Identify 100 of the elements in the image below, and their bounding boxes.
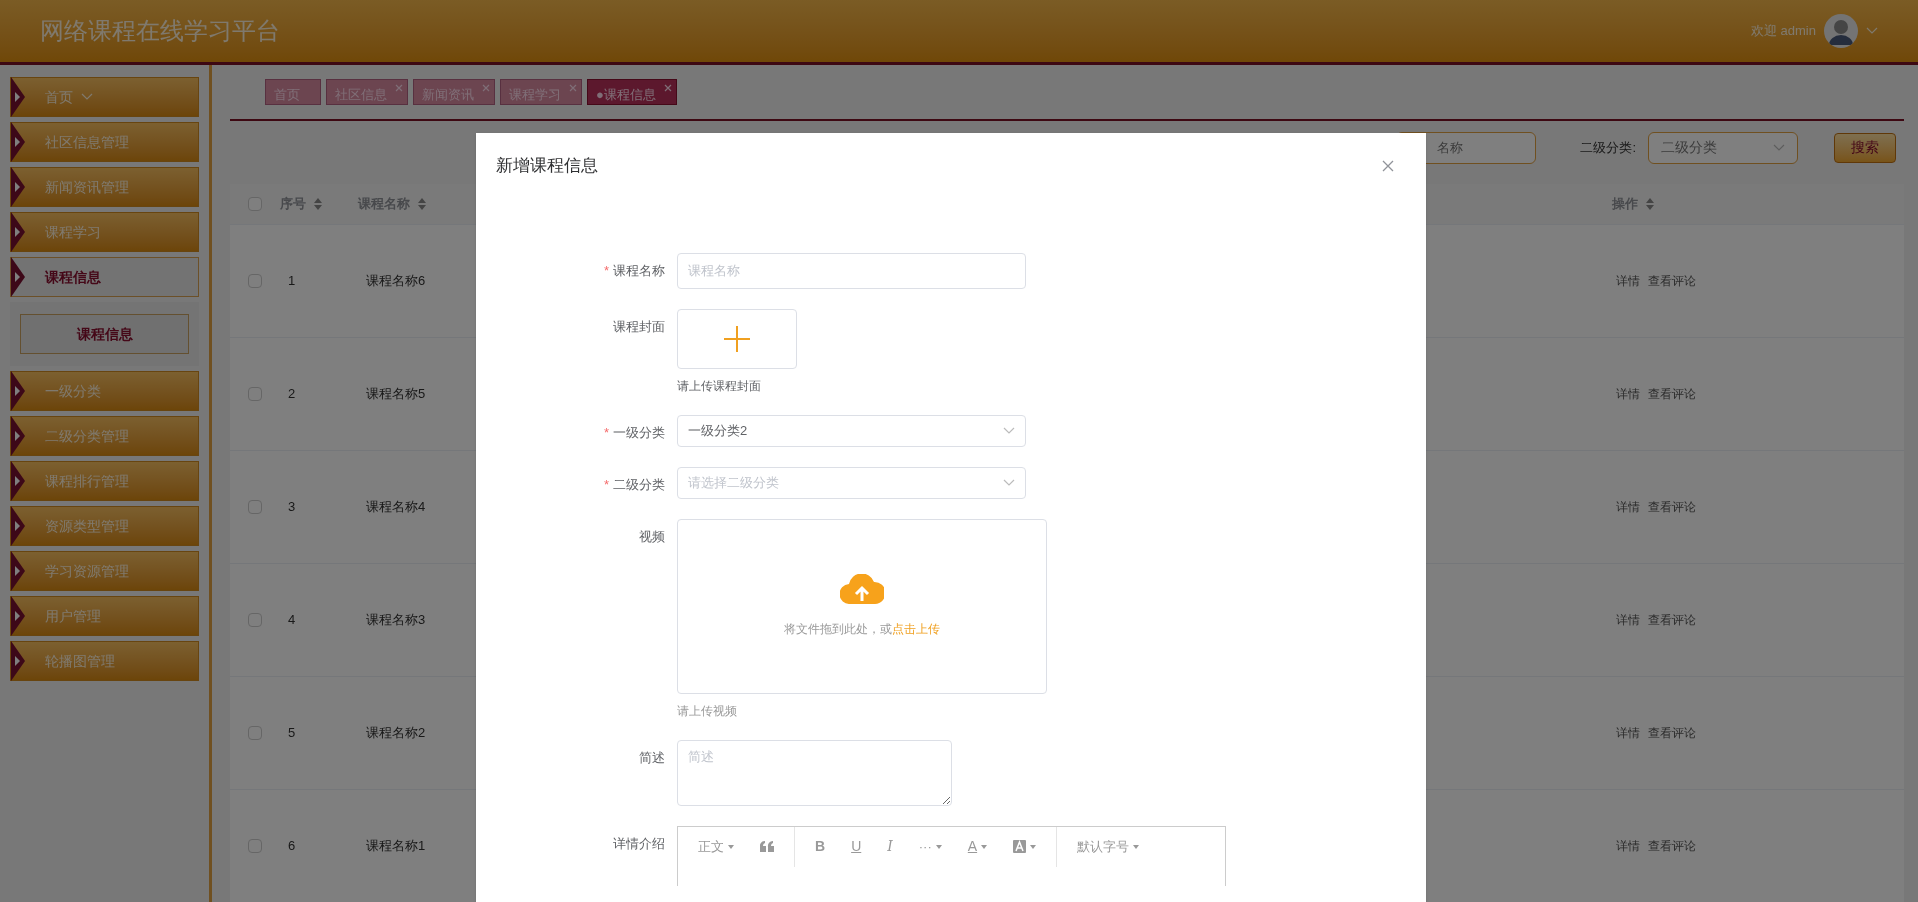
action-link[interactable]: 详情 <box>1616 837 1640 855</box>
required-mark: * <box>603 476 609 492</box>
sidebar-label: 学习资源管理 <box>45 561 129 581</box>
submenu-item[interactable]: 课程信息 <box>20 314 189 354</box>
sidebar-item[interactable]: 课程排行管理 <box>10 461 199 501</box>
table-cell-text: 课程名称4 <box>366 498 426 517</box>
highlight-icon <box>1013 840 1027 853</box>
field-label: 课程封面 <box>613 318 665 334</box>
file-drop-zone[interactable]: 将文件拖到此处，或点击上传 <box>677 518 1047 694</box>
sidebar-label: 二级分类管理 <box>45 426 129 446</box>
summary-textarea[interactable]: 简述 <box>677 739 952 806</box>
welcome-text: 欢迎 admin <box>1750 22 1816 41</box>
select-field[interactable]: 一级分类2 <box>677 414 1026 447</box>
chevron-down-icon <box>1003 478 1015 487</box>
select-all-checkbox[interactable] <box>248 197 262 211</box>
table-cell-text: 2 <box>287 385 297 404</box>
underline-button[interactable]: U <box>851 836 862 857</box>
triangle-icon <box>11 77 25 117</box>
action-link[interactable]: 详情 <box>1616 385 1640 403</box>
table-cell-text: 3 <box>287 498 297 517</box>
sidebar-item[interactable]: 首页 <box>10 77 199 117</box>
sidebar-item[interactable]: 一级分类 <box>10 371 199 411</box>
caret-icon <box>935 844 942 849</box>
sidebar-item[interactable]: 新闻资讯管理 <box>10 167 199 207</box>
triangle-icon <box>11 212 25 252</box>
select-field[interactable]: 请选择二级分类 <box>677 466 1026 499</box>
action-link[interactable]: 查看评论 <box>1648 724 1696 742</box>
action-link[interactable]: 查看评论 <box>1648 498 1696 516</box>
quote-icon[interactable] <box>760 840 774 853</box>
italic-button[interactable]: I <box>887 836 893 857</box>
triangle-icon <box>11 461 25 501</box>
sort-icon <box>1646 198 1654 210</box>
search-button[interactable]: 搜索 <box>1834 132 1896 163</box>
table-cell-text: 课程名称1 <box>366 837 426 856</box>
sidebar-item[interactable]: 社区信息管理 <box>10 122 199 162</box>
sidebar-item[interactable]: 轮播图管理 <box>10 641 199 681</box>
sidebar-item[interactable]: 二级分类管理 <box>10 416 199 456</box>
sidebar-label: 课程学习 <box>45 222 101 242</box>
sidebar-item[interactable]: 学习资源管理 <box>10 551 199 591</box>
row-checkbox[interactable] <box>248 726 262 740</box>
sidebar-label: 课程排行管理 <box>45 471 129 491</box>
bold-button[interactable]: B <box>815 836 826 857</box>
sidebar-label: 资源类型管理 <box>45 516 129 536</box>
action-link[interactable]: 详情 <box>1616 611 1640 629</box>
chevron-down-icon <box>1003 426 1015 435</box>
plus-icon <box>723 324 751 353</box>
action-link[interactable]: 查看评论 <box>1648 385 1696 403</box>
row-checkbox[interactable] <box>248 387 262 401</box>
toolbar-dropdown[interactable]: 默认字号 <box>1077 836 1140 857</box>
triangle-icon <box>11 506 25 546</box>
action-link[interactable]: 查看评论 <box>1648 272 1696 290</box>
caret-icon <box>1133 844 1140 849</box>
cloud-upload-icon <box>840 574 884 604</box>
action-link[interactable]: 查看评论 <box>1648 837 1696 855</box>
action-link[interactable]: 查看评论 <box>1648 611 1696 629</box>
sidebar-item[interactable]: 课程学习 <box>10 212 199 252</box>
table-cell-text: 课程名称2 <box>366 724 426 743</box>
filter-label: 二级分类: <box>1580 138 1636 157</box>
caret-icon <box>1030 844 1037 849</box>
course-name-input[interactable]: 课程名称 <box>677 252 1026 289</box>
rich-text-editor[interactable]: 正文 B U I ··· A 默认字号 <box>677 825 1226 886</box>
page-tab[interactable]: ●课程信息 <box>587 79 677 105</box>
row-checkbox[interactable] <box>248 613 262 627</box>
close-icon[interactable] <box>1382 159 1394 172</box>
action-link[interactable]: 详情 <box>1616 272 1640 290</box>
row-checkbox[interactable] <box>248 500 262 514</box>
action-link[interactable]: 详情 <box>1616 724 1640 742</box>
action-link[interactable]: 详情 <box>1616 498 1640 516</box>
required-mark: * <box>603 424 609 440</box>
avatar[interactable] <box>1824 14 1858 48</box>
upload-link[interactable]: 点击上传 <box>892 622 940 636</box>
row-checkbox[interactable] <box>248 839 262 853</box>
table-cell-text: 课程名称6 <box>366 272 426 291</box>
sidebar-label: 首页 <box>45 87 73 107</box>
chevron-down-icon <box>81 93 93 101</box>
table-cell-text: 5 <box>287 724 297 743</box>
sidebar-item[interactable]: 课程信息 <box>10 257 199 297</box>
sidebar-label: 社区信息管理 <box>45 132 129 152</box>
font-color-button[interactable]: A <box>967 836 988 857</box>
triangle-icon <box>11 641 25 681</box>
triangle-icon <box>11 596 25 636</box>
triangle-icon <box>11 551 25 591</box>
chevron-down-icon <box>1866 27 1878 35</box>
field-label: 二级分类 <box>613 476 665 492</box>
sidebar-label: 轮播图管理 <box>45 651 115 671</box>
drop-text: 将文件拖到此处，或点击上传 <box>784 621 940 638</box>
upload-hint: 请上传课程封面 <box>677 377 762 395</box>
toolbar-dropdown[interactable]: 正文 <box>698 836 734 857</box>
field-label: 一级分类 <box>613 424 665 440</box>
image-upload-box[interactable] <box>677 308 797 369</box>
sidebar-item[interactable]: 用户管理 <box>10 596 199 636</box>
upload-hint: 请上传视频 <box>677 702 738 720</box>
highlight-button[interactable] <box>1013 840 1037 853</box>
caret-icon <box>981 844 988 849</box>
person-icon <box>1828 17 1854 45</box>
sidebar-label: 用户管理 <box>45 606 101 626</box>
toolbar-dropdown[interactable]: ··· <box>918 836 942 857</box>
sidebar-item[interactable]: 资源类型管理 <box>10 506 199 546</box>
row-checkbox[interactable] <box>248 274 262 288</box>
triangle-icon <box>11 257 25 297</box>
